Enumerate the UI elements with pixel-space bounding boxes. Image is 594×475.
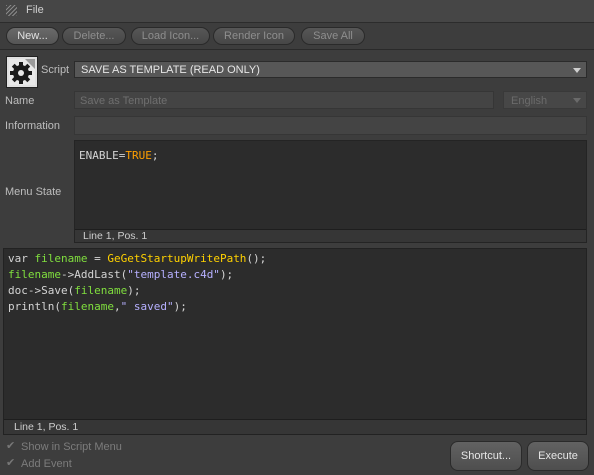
code-token: println( — [8, 300, 61, 313]
script-code-editor[interactable]: var filename = GeGetStartupWritePath(); f… — [3, 248, 587, 435]
code-token: filename — [8, 268, 61, 281]
code-token: TRUE — [125, 149, 152, 162]
save-all-button[interactable]: Save All — [301, 27, 365, 45]
grip-icon[interactable] — [6, 5, 17, 16]
code-token: " saved" — [120, 300, 174, 313]
code-token: ); — [127, 284, 141, 297]
information-label: Information — [5, 120, 61, 132]
menu-file[interactable]: File — [26, 4, 44, 16]
shortcut-button[interactable]: Shortcut... — [450, 441, 522, 471]
menu-bar: File — [0, 0, 594, 23]
code-token: ->AddLast( — [60, 268, 128, 281]
code-token: = — [87, 252, 108, 265]
chevron-down-icon — [573, 98, 581, 103]
code-token: doc->Save( — [8, 284, 75, 297]
code-line: filename->AddLast("template.c4d"); — [8, 268, 233, 281]
execute-button[interactable]: Execute — [527, 441, 589, 471]
menu-state-status: Line 1, Pos. 1 — [75, 229, 586, 242]
toolbar-divider — [0, 49, 594, 50]
script-dropdown-value: SAVE AS TEMPLATE (READ ONLY) — [81, 64, 260, 76]
editor-status: Line 1, Pos. 1 — [4, 419, 586, 434]
add-event-label: Add Event — [21, 458, 72, 470]
code-token: filename — [74, 284, 128, 297]
code-token: GeGetStartupWritePath — [107, 252, 247, 265]
menu-state-editor[interactable]: ENABLE=TRUE; Line 1, Pos. 1 — [74, 140, 587, 243]
code-line: doc->Save(filename); — [8, 284, 140, 297]
information-field[interactable] — [74, 116, 587, 135]
script-label: Script — [41, 64, 70, 76]
code-token: ); — [219, 268, 234, 281]
render-icon-button[interactable]: Render Icon — [213, 27, 295, 45]
code-token: var — [8, 252, 35, 265]
new-button[interactable]: New... — [6, 27, 59, 45]
show-in-script-menu-label: Show in Script Menu — [21, 441, 122, 453]
checkmark-icon[interactable]: ✔ — [6, 441, 17, 452]
language-value: English — [511, 95, 548, 107]
name-label: Name — [5, 95, 35, 107]
script-dropdown[interactable]: SAVE AS TEMPLATE (READ ONLY) — [74, 61, 587, 78]
delete-button[interactable]: Delete... — [62, 27, 126, 45]
code-token: ); — [173, 300, 187, 313]
checkmark-icon[interactable]: ✔ — [6, 458, 17, 469]
code-token: filename — [34, 252, 88, 265]
name-field[interactable]: Save as Template — [74, 91, 494, 109]
code-token: "template.c4d" — [127, 268, 220, 281]
code-token: , — [113, 300, 121, 313]
code-line: ENABLE=TRUE; — [79, 149, 158, 162]
code-line: println(filename," saved"); — [8, 300, 187, 313]
language-dropdown[interactable]: English — [503, 91, 587, 109]
code-token: filename — [60, 300, 114, 313]
code-token: ; — [151, 149, 159, 162]
chevron-down-icon — [573, 68, 581, 73]
code-token: ENABLE= — [79, 149, 126, 162]
load-icon-button[interactable]: Load Icon... — [131, 27, 210, 45]
gear-document-icon[interactable] — [6, 56, 38, 88]
code-token: (); — [246, 252, 267, 265]
code-line: var filename = GeGetStartupWritePath(); — [8, 252, 266, 265]
menu-state-label: Menu State — [5, 186, 62, 198]
